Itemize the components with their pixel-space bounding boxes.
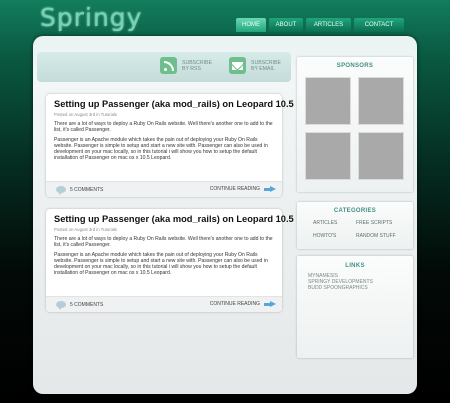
categories-heading: CATEGORIES (333, 208, 377, 214)
comment-bubble-icon (56, 186, 66, 195)
links-box: LINKS MYNAMESIS SPRINGY DEVELOPMENTS BUD… (297, 256, 413, 358)
post-footer: 5 COMMENTS CONTINUE READING (46, 181, 282, 197)
post-paragraph: There are a lot of ways to deploy a Ruby… (54, 236, 273, 249)
sponsors-heading: SPONSORS (336, 63, 374, 69)
arrow-right-icon (264, 301, 276, 307)
comments-link[interactable]: 5 COMMENTS (56, 301, 104, 310)
category-link[interactable]: RANDOM STUFF (356, 233, 396, 239)
comments-link[interactable]: 5 COMMENTS (56, 186, 104, 195)
post-meta: Posted on August 3rd in Tutorials (54, 227, 118, 232)
arrow-right-icon (264, 186, 276, 192)
nav-contact[interactable]: CONTACT (354, 18, 404, 32)
post-title[interactable]: Setting up Passenger (aka mod_rails) on … (54, 99, 294, 109)
category-link[interactable]: ARTICLES (313, 220, 337, 226)
sponsor-ad-slot[interactable] (358, 132, 404, 180)
continue-reading-link[interactable]: CONTINUE READING (210, 301, 276, 307)
link-item[interactable]: BUDD SPOONGRAPHICS (297, 285, 413, 291)
sponsor-ad-slot[interactable] (305, 132, 351, 180)
rss-icon (160, 57, 177, 74)
category-link[interactable]: FREE SCRIPTS (356, 220, 392, 226)
subscribe-email-line2: BY EMAIL (251, 65, 275, 72)
main-nav: HOME ABOUT ARTICLES CONTACT (236, 18, 404, 32)
category-link[interactable]: HOWTO'S (313, 233, 336, 239)
sponsors-box: SPONSORS (297, 57, 413, 192)
post-excerpt: There are a lot of ways to deploy a Ruby… (54, 121, 276, 166)
continue-reading-label: CONTINUE READING (209, 186, 260, 192)
post-paragraph: There are a lot of ways to deploy a Ruby… (54, 121, 273, 134)
nav-articles[interactable]: ARTICLES (306, 18, 351, 32)
subscribe-rss[interactable]: SUBSCRIBE BY RSS (160, 57, 212, 74)
post-paragraph: Passenger is an Apache module which take… (54, 252, 268, 277)
sponsor-ad-slot[interactable] (305, 77, 351, 125)
sponsor-ad-slot[interactable] (358, 77, 404, 125)
continue-reading-link[interactable]: CONTINUE READING (210, 186, 276, 192)
post-excerpt: There are a lot of ways to deploy a Ruby… (54, 236, 276, 281)
nav-about[interactable]: ABOUT (269, 18, 303, 32)
comments-count: 5 COMMENTS (70, 186, 104, 193)
post-card: Setting up Passenger (aka mod_rails) on … (46, 94, 294, 197)
post-title[interactable]: Setting up Passenger (aka mod_rails) on … (54, 214, 294, 224)
subscribe-email[interactable]: SUBSCRIBE BY EMAIL (229, 57, 281, 74)
post-footer: 5 COMMENTS CONTINUE READING (46, 296, 282, 312)
nav-home[interactable]: HOME (236, 18, 266, 32)
comments-count: 5 COMMENTS (70, 301, 104, 308)
subscribe-rss-line2: BY RSS (182, 65, 201, 72)
site-logo[interactable]: Springy (40, 3, 142, 32)
comment-bubble-icon (56, 301, 66, 310)
email-icon (229, 57, 246, 74)
post-card: Setting up Passenger (aka mod_rails) on … (46, 209, 294, 312)
post-paragraph: Passenger is an Apache module which take… (54, 137, 268, 162)
subscribe-rss-line1: SUBSCRIBE (182, 59, 212, 66)
continue-reading-label: CONTINUE READING (209, 301, 260, 307)
links-heading: LINKS (345, 263, 365, 269)
post-meta: Posted on August 3rd in Tutorials (54, 112, 118, 117)
categories-box: CATEGORIES ARTICLES FREE SCRIPTS HOWTO'S… (297, 202, 413, 249)
subscribe-email-line1: SUBSCRIBE (251, 59, 281, 66)
